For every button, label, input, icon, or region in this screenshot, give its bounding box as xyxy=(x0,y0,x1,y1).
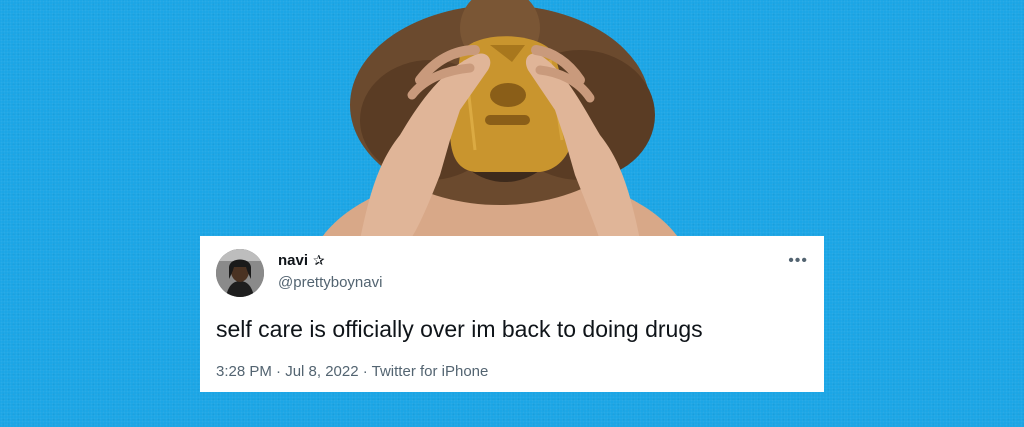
star-icon: ✰ xyxy=(313,252,325,268)
display-name-row[interactable]: navi ✰ xyxy=(278,252,325,269)
avatar-photo xyxy=(216,249,264,297)
background-photo xyxy=(320,0,680,240)
tweet-text: self care is officially over im back to … xyxy=(216,316,703,342)
avatar[interactable] xyxy=(216,249,264,297)
display-name[interactable]: navi xyxy=(278,252,308,269)
tweet-timestamp[interactable]: 3:28 PM · Jul 8, 2022 · Twitter for iPho… xyxy=(216,363,488,380)
user-handle[interactable]: @prettyboynavi xyxy=(278,274,382,291)
more-options-icon[interactable]: ••• xyxy=(788,252,808,270)
tweet-card[interactable]: navi ✰ @prettyboynavi ••• self care is o… xyxy=(200,236,824,392)
